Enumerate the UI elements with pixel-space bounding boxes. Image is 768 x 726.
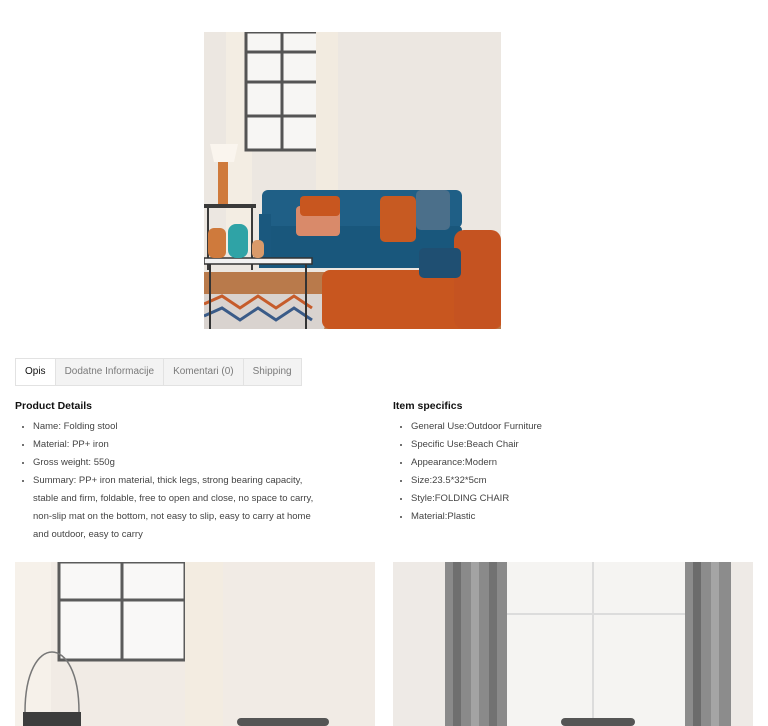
list-item: Summary: PP+ iron material, thick legs, … bbox=[33, 472, 315, 544]
product-details-heading: Product Details bbox=[15, 400, 93, 412]
gallery-image-1[interactable] bbox=[15, 562, 375, 726]
list-item: Name: Folding stool bbox=[33, 418, 315, 436]
room-curtains-illustration bbox=[393, 562, 753, 726]
living-room-illustration bbox=[204, 32, 501, 329]
tab-opis[interactable]: Opis bbox=[16, 359, 56, 385]
list-item: General Use:Outdoor Furniture bbox=[411, 418, 693, 436]
room-window-illustration bbox=[15, 562, 375, 726]
list-item: Size:23.5*32*5cm bbox=[411, 472, 693, 490]
item-specifics-list: General Use:Outdoor Furniture Specific U… bbox=[393, 418, 693, 526]
product-details-list: Name: Folding stool Material: PP+ iron G… bbox=[15, 418, 315, 544]
list-item: Gross weight: 550g bbox=[33, 454, 315, 472]
product-tabs: Opis Dodatne Informacije Komentari (0) S… bbox=[15, 358, 302, 386]
list-item: Material: PP+ iron bbox=[33, 436, 315, 454]
list-item: Specific Use:Beach Chair bbox=[411, 436, 693, 454]
item-specifics-heading: Item specifics bbox=[393, 400, 463, 412]
item-specifics-section: Item specifics General Use:Outdoor Furni… bbox=[393, 398, 693, 526]
product-main-image[interactable] bbox=[204, 32, 501, 329]
product-details-section: Product Details Name: Folding stool Mate… bbox=[15, 398, 315, 544]
gallery-image-2[interactable] bbox=[393, 562, 753, 726]
list-item: Style:FOLDING CHAIR bbox=[411, 490, 693, 508]
tab-dodatne-informacije[interactable]: Dodatne Informacije bbox=[56, 359, 165, 385]
tab-shipping[interactable]: Shipping bbox=[244, 359, 301, 385]
tab-komentari[interactable]: Komentari (0) bbox=[164, 359, 244, 385]
list-item: Appearance:Modern bbox=[411, 454, 693, 472]
list-item: Material:Plastic bbox=[411, 508, 693, 526]
